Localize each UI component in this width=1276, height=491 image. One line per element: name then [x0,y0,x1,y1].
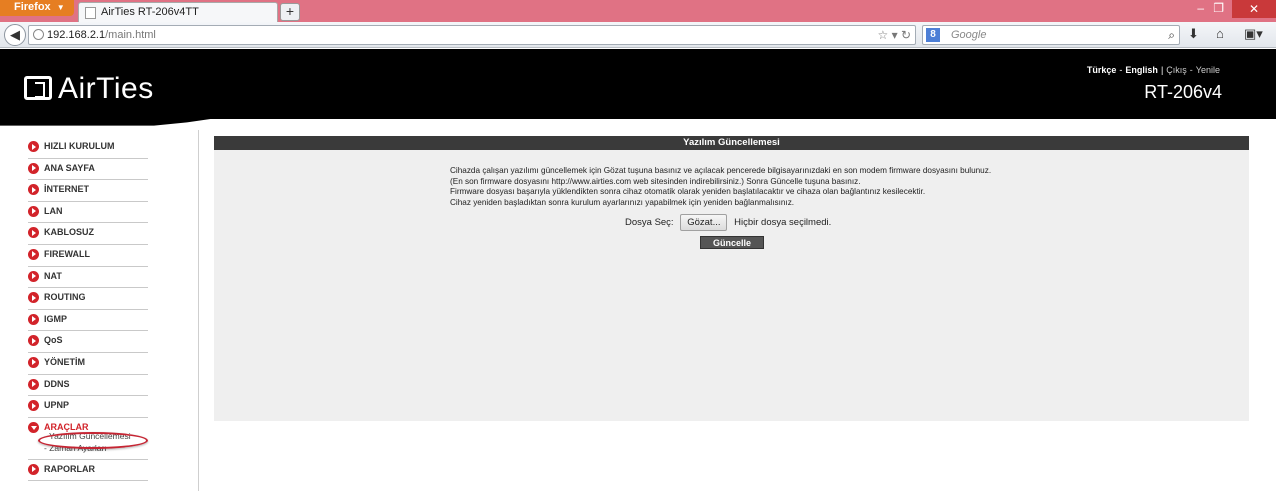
file-select-label: Dosya Seç: [625,217,674,228]
sidebar-item-lan[interactable]: LAN [28,202,148,224]
browser-nav-bar: ◀ 192.168.2.1/main.html ☆ ▾ ↻ 8 Google ⌕… [0,22,1276,48]
search-icon[interactable]: ⌕ [1168,26,1175,44]
annotation-highlight-ring [38,432,148,449]
arrow-bullet-icon [28,141,39,152]
arrow-left-icon: ◀ [10,27,20,42]
sidebar-item-yonetim[interactable]: YÖNETİM [28,353,148,375]
url-bar-icons: ☆ ▾ ↻ [877,26,911,44]
close-window-button[interactable]: ✕ [1232,0,1276,18]
panel-title: Yazılım Güncellemesi [214,136,1249,150]
minimize-button[interactable]: – [1197,1,1204,15]
arrow-bullet-icon [28,162,39,174]
no-file-text: Hiçbir dosya seçilmedi. [734,217,832,228]
sidebar-item-igmp[interactable]: IGMP [28,310,148,332]
reload-icon[interactable]: ↻ [901,28,911,42]
logo-icon [24,76,52,100]
header-curve [0,116,220,126]
arrow-bullet-icon [28,184,39,196]
url-bar[interactable]: 192.168.2.1/main.html ☆ ▾ ↻ [28,25,916,45]
arrow-bullet-icon [28,463,39,475]
bookmark-star-icon[interactable]: ☆ [877,28,888,42]
arrow-bullet-icon [28,292,39,304]
instruction-line: Firmware dosyası başarıyla yüklendikten … [450,187,926,196]
firefox-menu-button[interactable]: Firefox ▼ [0,0,74,16]
instruction-line: Cihaz yeniden başladıktan sonra kurulum … [450,197,795,207]
sidebar-item-upnp[interactable]: UPNP [28,396,148,418]
lang-english-link[interactable]: English [1125,65,1158,75]
sidebar-item-hizli-kurulum[interactable]: HIZLI KURULUM [28,137,148,159]
page-icon [85,7,96,19]
new-tab-button[interactable]: + [280,3,300,21]
arrow-bullet-icon [28,270,39,282]
globe-icon [33,29,44,40]
download-icon[interactable]: ⬇ [1188,26,1199,42]
sidebar-item-routing[interactable]: ROUTING [28,288,148,310]
sidebar-item-ddns[interactable]: DDNS [28,375,148,397]
device-model: RT-206v4 [1144,82,1222,102]
instructions-text: Cihazda çalışan yazılımı güncellemek içi… [450,166,991,208]
firefox-menu-label: Firefox [14,1,51,13]
sidebar-item-qos[interactable]: QoS [28,331,148,353]
sidebar-item-firewall[interactable]: FIREWALL [28,245,148,267]
language-links: Türkçe - English | Çıkış - Yenile [1086,65,1220,75]
dropdown-icon[interactable]: ▾ [892,28,898,42]
url-path: /main.html [105,29,156,41]
search-engine-icon[interactable]: 8 [926,28,940,42]
search-bar[interactable]: 8 Google ⌕ [922,25,1180,45]
sidebar-divider [198,130,199,491]
instruction-line: (En son firmware dosyasını http://www.ai… [450,176,861,186]
browser-tab[interactable]: AirTies RT-206v4TT [78,2,278,22]
maximize-button[interactable]: ❐ [1213,1,1224,15]
toolbar-menu-icon[interactable]: ▣▾ [1244,26,1263,42]
tab-title: AirTies RT-206v4TT [101,6,199,18]
browser-tab-bar: Firefox ▼ AirTies RT-206v4TT + – ❐ ✕ [0,0,1276,22]
sidebar-nav: HIZLI KURULUM ANA SAYFA İNTERNET LAN KAB… [28,137,148,482]
arrow-bullet-icon [28,356,39,368]
firmware-update-panel: Yazılım Güncellemesi Cihazda çalışan yaz… [214,136,1249,421]
arrow-bullet-icon [28,227,39,239]
logout-link[interactable]: Çıkış [1166,65,1187,75]
file-select-row: Dosya Seç: Gözat... Hiçbir dosya seçilme… [625,214,831,231]
update-button[interactable]: Güncelle [700,236,764,249]
arrow-bullet-icon [28,248,39,260]
home-icon[interactable]: ⌂ [1216,26,1224,41]
sidebar-item-kablosuz[interactable]: KABLOSUZ [28,223,148,245]
sidebar-item-raporlar[interactable]: RAPORLAR [28,460,148,482]
arrow-bullet-icon [28,205,39,217]
arrow-bullet-icon [28,335,39,347]
sidebar-item-nat[interactable]: NAT [28,267,148,289]
search-placeholder: Google [951,29,987,41]
url-host: 192.168.2.1 [47,29,106,41]
arrow-bullet-icon [28,378,39,390]
sidebar-item-internet[interactable]: İNTERNET [28,180,148,202]
back-button[interactable]: ◀ [4,24,26,46]
browse-button[interactable]: Gözat... [680,214,728,231]
page-header [0,49,1276,119]
sidebar-item-araclar[interactable]: ARAÇLAR [28,418,148,433]
arrow-down-bullet-icon [28,421,39,433]
sidebar-item-ana-sayfa[interactable]: ANA SAYFA [28,159,148,181]
chevron-down-icon: ▼ [56,3,65,12]
arrow-bullet-icon [28,400,39,412]
logo-text: AirTies [58,72,154,105]
instruction-line: Cihazda çalışan yazılımı güncellemek içi… [450,166,992,175]
airties-logo: AirTies [24,72,154,106]
lang-turkish-link[interactable]: Türkçe [1087,65,1117,75]
arrow-bullet-icon [28,313,39,325]
refresh-link[interactable]: Yenile [1196,65,1220,75]
